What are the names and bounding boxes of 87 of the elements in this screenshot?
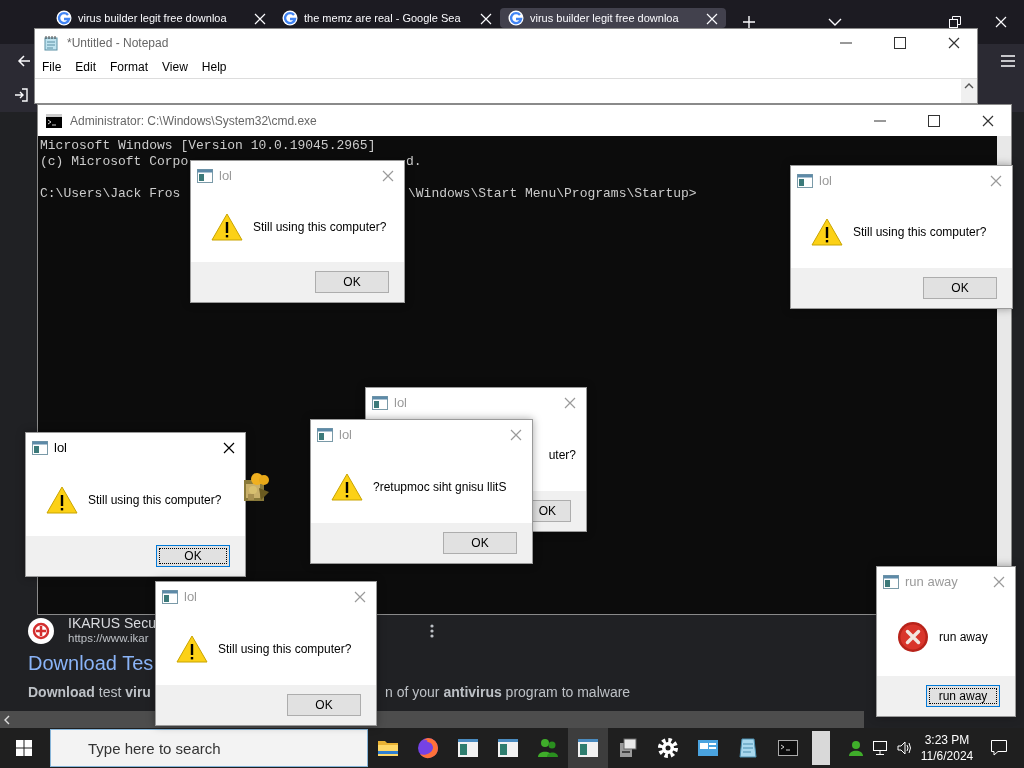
window-icon — [456, 736, 480, 760]
dialog-message: Still using this computer? — [88, 491, 222, 509]
app-icon — [162, 590, 178, 604]
close-icon[interactable] — [223, 442, 235, 454]
window-title: lol — [394, 394, 407, 413]
result-snippet: Download test viru — [28, 683, 152, 702]
dialog-message: uter? — [548, 446, 576, 464]
window-title: lol — [339, 426, 352, 445]
app-icon — [797, 174, 813, 188]
window-title: Administrator: C:\Windows\System32\cmd.exe — [70, 112, 317, 130]
window-title: lol — [54, 439, 67, 458]
close-icon[interactable] — [982, 114, 994, 127]
window-title: *Untitled - Notepad — [67, 34, 169, 52]
browser-icon — [416, 736, 440, 760]
site-icon — [28, 617, 54, 644]
site-url: https://www.ikar — [68, 631, 150, 646]
window-title: lol — [184, 588, 197, 607]
notepad-icon — [43, 34, 59, 51]
warning-icon — [811, 218, 843, 246]
people-icon — [536, 736, 560, 760]
app-icon — [32, 441, 48, 455]
result-snippet: n of your antivirus program to malware — [385, 683, 631, 702]
plus-icon[interactable] — [742, 15, 756, 29]
warning-icon — [331, 472, 363, 501]
console-icon — [46, 113, 62, 128]
g-icon — [56, 10, 72, 26]
window-icon — [496, 736, 520, 760]
dialog-button[interactable]: OK — [923, 277, 997, 299]
window-icon — [576, 736, 600, 760]
date-text: 11/6/2024 — [920, 748, 974, 764]
search-field[interactable]: Type here to search — [50, 729, 368, 767]
app-icon — [317, 428, 333, 442]
menu-item[interactable]: Edit — [68, 58, 104, 76]
clock[interactable]: 3:23 PM 11/6/2024 — [920, 732, 974, 764]
person-icon[interactable] — [848, 740, 864, 756]
dialog-button[interactable]: OK — [287, 694, 361, 716]
volume-icon[interactable] — [896, 740, 912, 756]
browser-tab[interactable]: virus builder legit free downloa — [500, 8, 726, 28]
app-icon — [372, 396, 388, 410]
menu-item[interactable]: File — [35, 58, 69, 76]
sign-in-icon[interactable] — [13, 87, 29, 103]
menu-item[interactable]: Help — [194, 58, 234, 76]
window-title: run away — [905, 573, 958, 592]
app-icon — [883, 575, 899, 589]
console-text: (c) Microsoft Corpo — [40, 154, 189, 170]
restore-icon[interactable] — [949, 16, 961, 28]
maximize-icon[interactable] — [894, 36, 906, 49]
dialog-button[interactable]: OK — [315, 271, 389, 293]
menu-item[interactable]: Format — [103, 58, 156, 76]
browser-tab[interactable]: virus builder legit free downloa — [48, 8, 274, 28]
dialog-message: Still using this computer? — [853, 224, 987, 241]
taskbar-button[interactable] — [568, 728, 608, 768]
error-icon — [897, 620, 929, 653]
dialog-message: run away — [939, 628, 988, 646]
console-text: \Windows\Start Menu\Programs\Startup> — [408, 186, 697, 202]
dialog-message: Still using this computer? — [253, 218, 387, 236]
console-text: Microsoft Windows [Version 10.0.19045.2965] — [40, 138, 376, 154]
dialog-message: ?retupmoc siht gnisu llitS — [373, 478, 507, 496]
console-text: d. — [406, 154, 422, 170]
dialog-button[interactable]: run away — [926, 685, 1000, 707]
g-icon — [508, 10, 524, 26]
warning-icon — [176, 634, 208, 663]
app-icon — [197, 169, 213, 183]
g-icon — [282, 10, 298, 26]
warning-icon — [46, 485, 78, 514]
menu-item[interactable]: View — [155, 58, 195, 76]
time-text: 3:23 PM — [923, 732, 971, 748]
windows-logo-icon — [16, 740, 32, 756]
site-name: IKARUS Secu — [68, 615, 156, 631]
console-text: C:\Users\Jack Fros — [40, 186, 181, 202]
menu-icon[interactable] — [1000, 54, 1016, 68]
dialog-message: Still using this computer? — [218, 640, 352, 658]
back-arrow-icon[interactable] — [16, 53, 32, 69]
more-options-icon[interactable] — [429, 623, 434, 638]
notepad-icon — [736, 736, 760, 760]
notification-icon[interactable] — [990, 739, 1008, 757]
maximize-icon[interactable] — [928, 114, 940, 127]
chevron-icon[interactable] — [828, 18, 842, 26]
browser-tab[interactable]: the memz are real - Google Sea — [274, 8, 500, 28]
window-title: lol — [219, 167, 232, 186]
close-icon[interactable] — [948, 36, 960, 49]
window-title: lol — [819, 172, 832, 191]
dialog-button[interactable]: OK — [156, 545, 230, 567]
dialog-button[interactable]: OK — [443, 532, 517, 554]
network-icon[interactable] — [872, 740, 888, 756]
warning-icon — [211, 212, 243, 241]
settings-icon — [656, 736, 680, 760]
